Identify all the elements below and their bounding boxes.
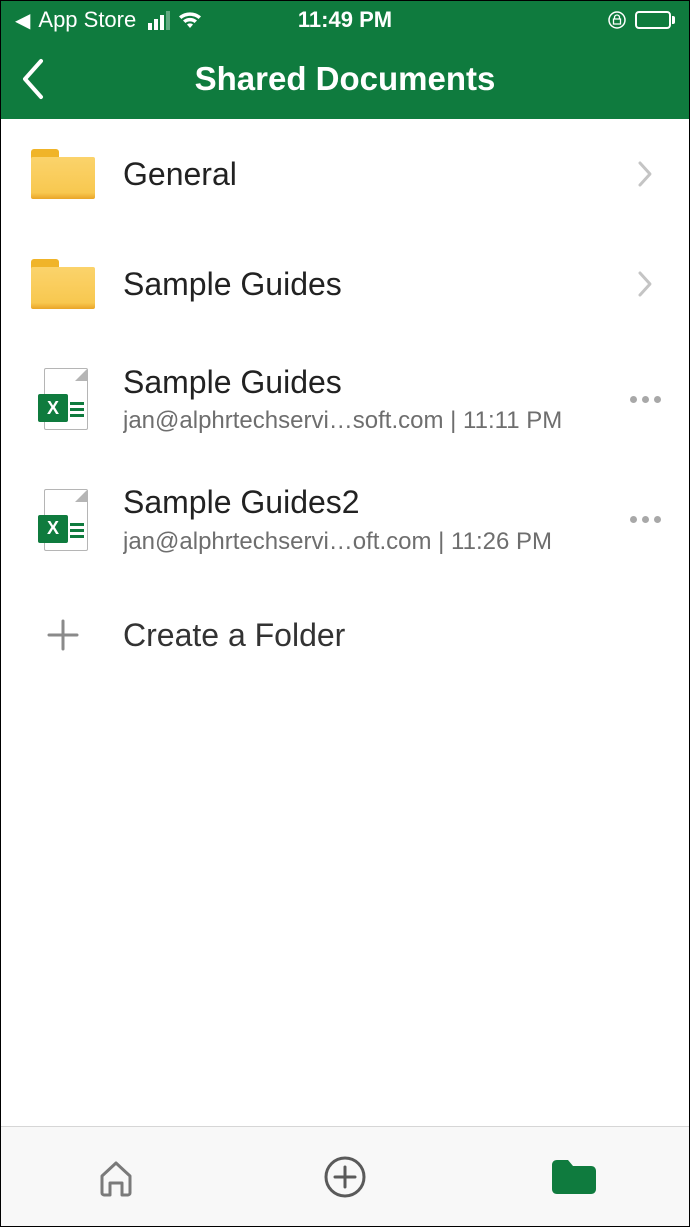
item-subtitle: jan@alphrtechservi…soft.com | 11:11 PM [123,407,625,435]
tab-bar [1,1126,689,1226]
signal-icon [148,11,170,30]
battery-icon [635,11,675,29]
add-circle-icon [321,1153,369,1201]
tab-new[interactable] [230,1127,459,1226]
back-to-app-icon[interactable]: ◀ [15,8,30,33]
wifi-icon [178,11,202,29]
file-item-sample-guides[interactable]: X Sample Guides jan@alphrtechservi…soft.… [1,339,689,459]
folder-icon [31,144,95,204]
plus-icon [31,605,95,665]
item-title: Sample Guides [123,265,625,303]
more-icon [630,516,661,523]
app-header: Shared Documents [1,39,689,119]
more-actions-button[interactable] [625,396,665,403]
create-folder-label: Create a Folder [123,616,665,654]
create-folder-button[interactable]: Create a Folder [1,580,689,690]
home-icon [92,1153,140,1201]
folder-item-general[interactable]: General [1,119,689,229]
more-icon [630,396,661,403]
status-bar-right [607,10,675,30]
excel-file-icon: X [31,490,95,550]
item-subtitle: jan@alphrtechservi…oft.com | 11:26 PM [123,528,625,556]
file-list: General Sample Guides [1,119,689,1126]
more-actions-button[interactable] [625,516,665,523]
back-to-app-label[interactable]: App Store [38,7,136,33]
item-title: General [123,155,625,193]
file-item-sample-guides2[interactable]: X Sample Guides2 jan@alphrtechservi…oft.… [1,459,689,579]
rotation-lock-icon [607,10,627,30]
item-title: Sample Guides2 [123,483,625,521]
chevron-right-icon [625,270,665,298]
tab-files[interactable] [460,1127,689,1226]
status-bar-left: ◀ App Store [15,7,202,33]
back-button[interactable] [19,59,59,99]
tab-home[interactable] [1,1127,230,1226]
folder-item-sample-guides[interactable]: Sample Guides [1,229,689,339]
status-bar-time: 11:49 PM [298,7,392,33]
folder-icon [31,254,95,314]
chevron-right-icon [625,160,665,188]
excel-file-icon: X [31,369,95,429]
item-title: Sample Guides [123,363,625,401]
status-bar: ◀ App Store 11:49 PM [1,1,689,39]
page-title: Shared Documents [195,60,496,98]
folder-filled-icon [548,1155,600,1199]
chevron-left-icon [19,57,45,101]
